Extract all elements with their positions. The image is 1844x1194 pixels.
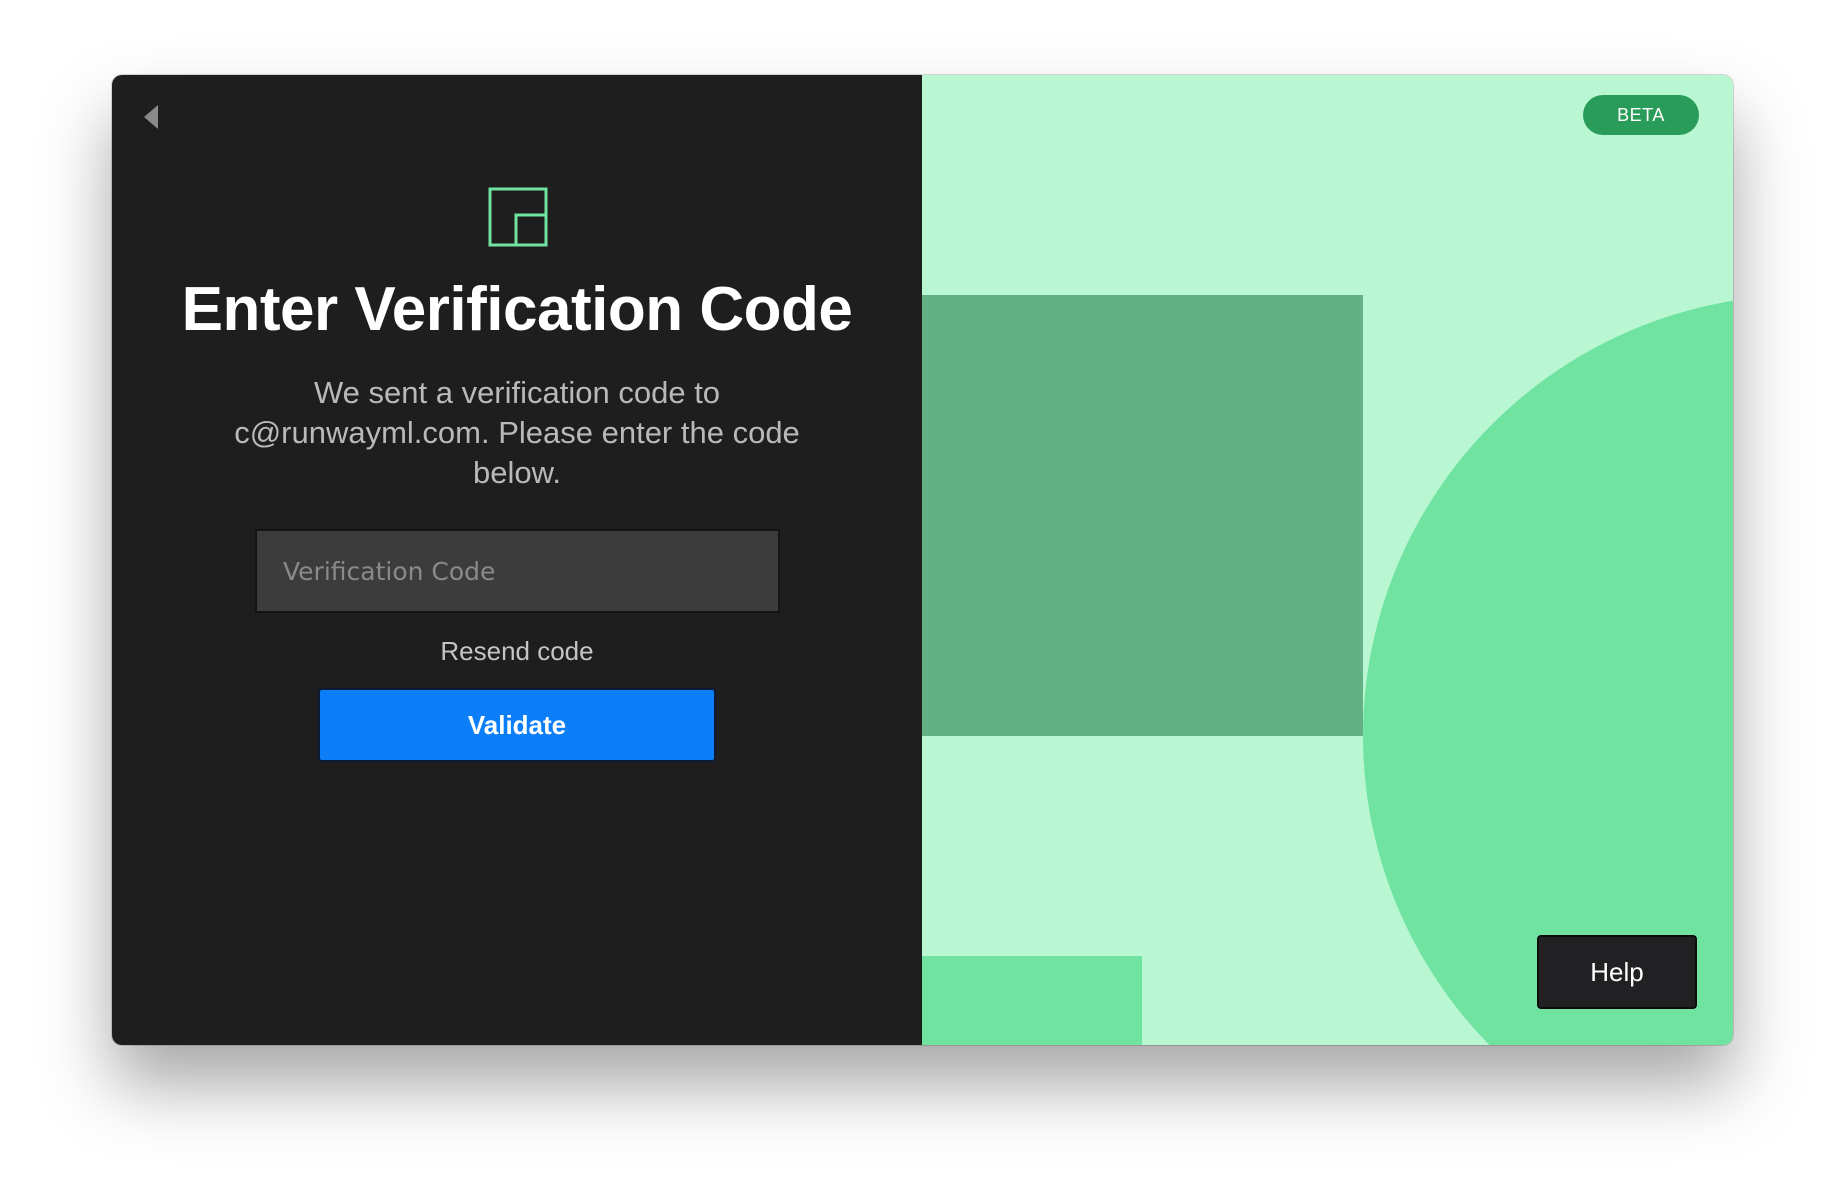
app-window: Enter Verification Code We sent a verifi… [112,75,1733,1045]
instruction-text: We sent a verification code to c@runwaym… [234,375,800,490]
back-button[interactable] [136,99,166,135]
validate-button[interactable]: Validate [318,688,716,762]
page-title: Enter Verification Code [181,275,853,344]
resend-code-link[interactable]: Resend code [112,631,922,671]
beta-badge: BETA [1583,95,1699,135]
chevron-left-icon [144,105,158,129]
verification-code-input[interactable] [255,529,780,613]
decorative-circle [1363,295,1733,1045]
decorative-block [922,956,1142,1045]
help-button[interactable]: Help [1537,935,1697,1009]
decorative-panel: BETA Help [922,75,1733,1045]
decorative-square [922,295,1363,736]
verification-panel: Enter Verification Code We sent a verifi… [112,75,922,1045]
runway-logo-icon [488,187,548,247]
